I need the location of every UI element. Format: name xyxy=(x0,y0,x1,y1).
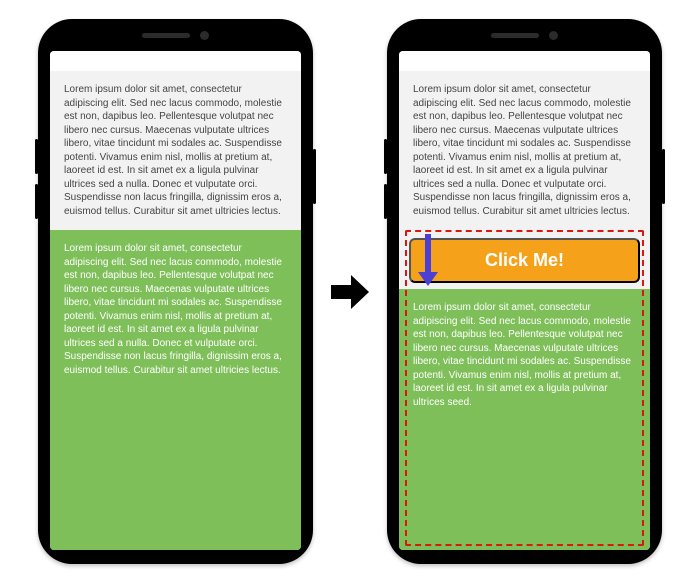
paragraph-bottom-green: Lorem ipsum dolor sit amet, consectetur … xyxy=(50,230,301,550)
status-bar xyxy=(399,51,650,71)
phone-notch xyxy=(387,19,662,51)
screen-before: Lorem ipsum dolor sit amet, consectetur … xyxy=(50,51,301,550)
phone-notch xyxy=(38,19,313,51)
paragraph-top: Lorem ipsum dolor sit amet, consectetur … xyxy=(50,71,301,230)
click-me-banner-button[interactable]: Click Me! xyxy=(409,238,640,283)
screen-after: Lorem ipsum dolor sit amet, consectetur … xyxy=(399,51,650,550)
paragraph-bottom-green-shifted: Lorem ipsum dolor sit amet, consectetur … xyxy=(399,289,650,550)
phone-before: Lorem ipsum dolor sit amet, consectetur … xyxy=(38,19,313,564)
paragraph-top: Lorem ipsum dolor sit amet, consectetur … xyxy=(399,71,650,230)
transition-arrow-icon xyxy=(331,273,369,311)
status-bar xyxy=(50,51,301,71)
phone-after: Lorem ipsum dolor sit amet, consectetur … xyxy=(387,19,662,564)
